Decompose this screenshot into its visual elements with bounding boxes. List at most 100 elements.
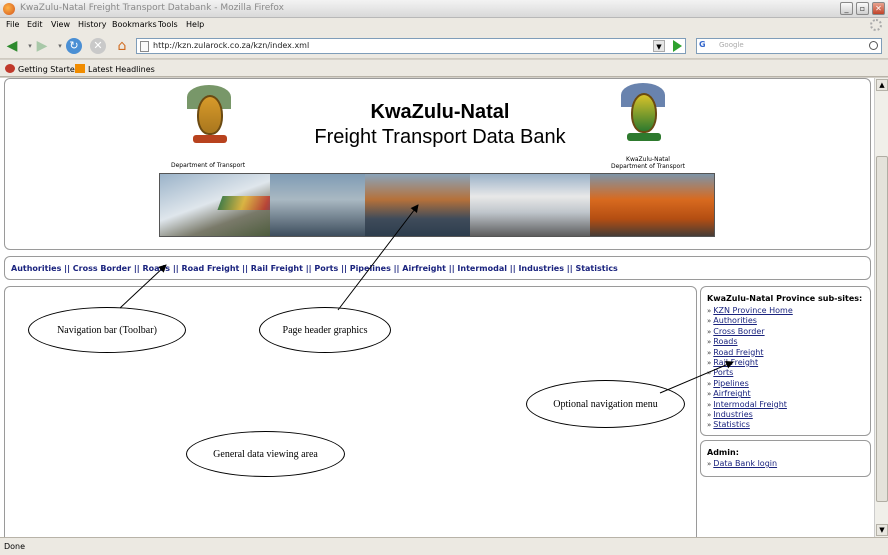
subsite-link-cross-border[interactable]: Cross Border xyxy=(713,327,764,336)
minimize-button[interactable]: _ xyxy=(840,2,853,15)
nav-link-road-freight[interactable]: Road Freight xyxy=(181,264,239,273)
reload-icon[interactable]: ↻ xyxy=(66,38,82,54)
subsite-link-intermodal-freight[interactable]: Intermodal Freight xyxy=(713,400,787,409)
nav-link-airfreight[interactable]: Airfreight xyxy=(402,264,446,273)
menu-bookmarks[interactable]: Bookmarks xyxy=(112,20,157,29)
double-chevron-icon: » xyxy=(707,358,712,367)
subsite-link-roads[interactable]: Roads xyxy=(713,337,737,346)
dept-right-line-2: Department of Transport xyxy=(610,163,686,170)
menu-file[interactable]: File xyxy=(6,20,19,29)
double-chevron-icon: » xyxy=(707,390,712,399)
getting-started-icon xyxy=(5,64,15,73)
bookmark-latest-headlines[interactable]: Latest Headlines xyxy=(75,64,155,74)
optional-navigation-menu: KwaZulu-Natal Province sub-sites: » KZN P… xyxy=(700,286,871,436)
nav-link-intermodal[interactable]: Intermodal xyxy=(457,264,507,273)
scroll-thumb[interactable] xyxy=(876,156,888,502)
toolbar-links: Authorities || Cross Border || Roads || … xyxy=(11,264,618,273)
subsites-list: » KZN Province Home » Authorities » Cross B… xyxy=(707,306,793,431)
nav-link-statistics[interactable]: Statistics xyxy=(575,264,617,273)
bookmarks-toolbar: Getting Started Latest Headlines xyxy=(0,60,888,77)
dept-left-caption: Department of Transport xyxy=(171,162,246,169)
url-bar[interactable]: http://kzn.zularock.co.za/kzn/index.xml … xyxy=(136,38,686,54)
nav-link-rail-freight[interactable]: Rail Freight xyxy=(251,264,303,273)
list-item: » KZN Province Home xyxy=(707,306,793,316)
menu-edit[interactable]: Edit xyxy=(27,20,43,29)
throbber-icon xyxy=(870,19,882,31)
back-arrow-icon[interactable]: ◀ xyxy=(4,38,20,54)
scroll-down-icon[interactable]: ▼ xyxy=(876,524,888,536)
subsite-link-ports[interactable]: Ports xyxy=(713,368,733,377)
bookmark-label: Latest Headlines xyxy=(88,65,155,74)
list-item: » Ports xyxy=(707,368,793,378)
list-item: » Industries xyxy=(707,410,793,420)
subsite-link-kzn-home[interactable]: KZN Province Home xyxy=(713,306,792,315)
nav-link-roads[interactable]: Roads xyxy=(142,264,170,273)
subsite-link-rail-freight[interactable]: Rail Freight xyxy=(713,358,758,367)
close-button[interactable]: ✕ xyxy=(872,2,885,15)
annotation-optional-menu: Optional navigation menu xyxy=(526,380,685,428)
window-title: KwaZulu-Natal Freight Transport Databank… xyxy=(20,3,284,13)
navigation-bar: Authorities || Cross Border || Roads || … xyxy=(4,256,871,280)
menu-tools[interactable]: Tools xyxy=(158,20,178,29)
subsite-link-authorities[interactable]: Authorities xyxy=(713,316,757,325)
home-icon[interactable]: ⌂ xyxy=(114,38,130,54)
stop-icon[interactable]: ✕ xyxy=(90,38,106,54)
menu-history[interactable]: History xyxy=(78,20,106,29)
header-banner-image xyxy=(159,173,715,237)
firefox-icon xyxy=(3,3,15,15)
admin-panel: Admin: » Data Bank login xyxy=(700,440,871,477)
admin-link-login[interactable]: Data Bank login xyxy=(713,459,777,468)
rss-icon xyxy=(75,64,85,73)
double-chevron-icon: » xyxy=(707,348,712,357)
subsite-link-statistics[interactable]: Statistics xyxy=(713,420,750,429)
status-text: Done xyxy=(4,542,26,551)
go-arrow-icon[interactable] xyxy=(673,40,682,52)
search-box[interactable]: G Google xyxy=(696,38,882,54)
nav-link-cross-border[interactable]: Cross Border xyxy=(73,264,131,273)
national-coat-of-arms-icon xyxy=(183,85,235,151)
admin-list: » Data Bank login xyxy=(707,459,777,469)
double-chevron-icon: » xyxy=(707,307,712,315)
subsite-link-pipelines[interactable]: Pipelines xyxy=(713,379,748,388)
page-icon xyxy=(140,41,149,52)
url-dropdown-icon[interactable]: ▼ xyxy=(653,40,665,52)
search-icon[interactable] xyxy=(869,41,878,50)
title-line-1: KwaZulu-Natal xyxy=(370,101,510,123)
nav-separator: || xyxy=(393,264,400,273)
status-bar: Done xyxy=(0,537,888,555)
forward-arrow-icon[interactable]: ▶ xyxy=(34,38,50,54)
vertical-scrollbar[interactable]: ▲ ▼ xyxy=(874,78,888,537)
nav-link-authorities[interactable]: Authorities xyxy=(11,264,61,273)
window-title-bar: KwaZulu-Natal Freight Transport Databank… xyxy=(0,0,888,18)
double-chevron-icon: » xyxy=(707,460,712,468)
scroll-up-icon[interactable]: ▲ xyxy=(876,79,888,91)
nav-separator: || xyxy=(566,264,573,273)
list-item: » Pipelines xyxy=(707,379,793,389)
subsite-link-airfreight[interactable]: Airfreight xyxy=(713,389,750,398)
double-chevron-icon: » xyxy=(707,369,712,378)
annotation-data-area: General data viewing area xyxy=(186,431,345,477)
subsite-link-industries[interactable]: Industries xyxy=(713,410,752,419)
maximize-button[interactable]: ▫ xyxy=(856,2,869,15)
bookmark-getting-started[interactable]: Getting Started xyxy=(5,64,80,74)
page-content: Department of Transport KwaZulu-Natal Fr… xyxy=(0,78,874,537)
nav-link-industries[interactable]: Industries xyxy=(518,264,564,273)
double-chevron-icon: » xyxy=(707,421,712,430)
menu-help[interactable]: Help xyxy=(186,20,204,29)
nav-separator: || xyxy=(448,264,455,273)
list-item: » Statistics xyxy=(707,420,793,430)
nav-separator: || xyxy=(305,264,312,273)
search-engine-icon[interactable]: G xyxy=(699,40,717,52)
menu-view[interactable]: View xyxy=(51,20,70,29)
list-item: » Cross Border xyxy=(707,327,793,337)
nav-link-ports[interactable]: Ports xyxy=(314,264,338,273)
kzn-coat-of-arms-icon xyxy=(617,83,669,149)
nav-separator: || xyxy=(242,264,248,273)
subsite-link-road-freight[interactable]: Road Freight xyxy=(713,348,763,357)
list-item: » Roads xyxy=(707,337,793,347)
list-item: » Airfreight xyxy=(707,389,793,399)
nav-link-pipelines[interactable]: Pipelines xyxy=(350,264,391,273)
double-chevron-icon: » xyxy=(707,317,712,326)
bookmark-label: Getting Started xyxy=(18,65,80,74)
nav-separator: || xyxy=(64,264,70,273)
